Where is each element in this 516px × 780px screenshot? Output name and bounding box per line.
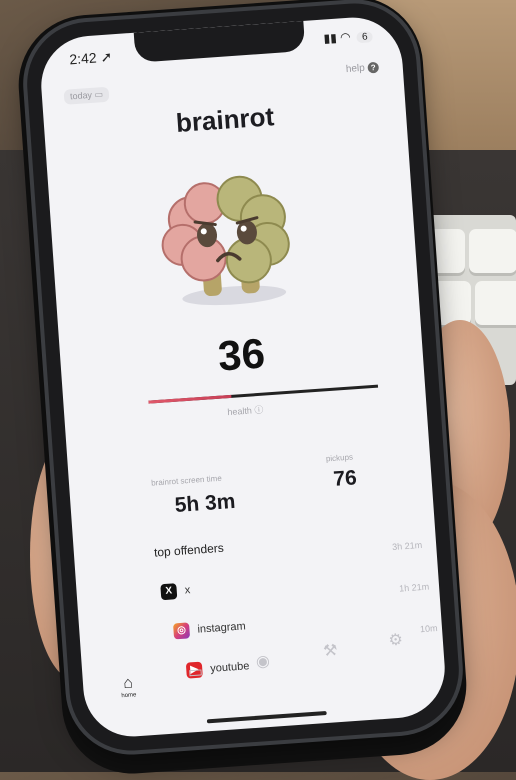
date-picker-button[interactable]: today ▭ (63, 86, 110, 105)
signal-icon: ▮▮ (323, 30, 338, 46)
status-icons: ▮▮ ◠ 6 (323, 28, 373, 46)
pickups-label: pickups (325, 452, 354, 464)
calendar-icon: ▭ (187, 663, 204, 682)
help-button[interactable]: help? (346, 61, 380, 75)
hammer-icon: ⚒ (322, 642, 339, 661)
offender-duration: 10m (419, 623, 438, 635)
tab-bar: ⌂ home ▭ ◉ ⚒ ⚙ (81, 632, 448, 740)
tab-settings[interactable]: ⚙ (370, 628, 421, 651)
instagram-icon: ◎ (173, 622, 191, 640)
screen-time-value: 5h 3m (174, 489, 237, 518)
info-icon: ⓘ (254, 404, 264, 416)
tab-tools[interactable]: ⚒ (305, 639, 356, 662)
phone-screen: 2:42 ➚ ▮▮ ◠ 6 today ▭ help? brainrot 36 … (37, 14, 449, 740)
sad-brain-mascot (161, 175, 290, 306)
health-score: 36 (216, 329, 267, 380)
top-offenders-title: top offenders (153, 540, 225, 560)
pickups-value: 76 (332, 466, 358, 491)
calendar-small-icon: ▭ (94, 89, 104, 100)
offender-duration: 3h 21m (391, 539, 423, 552)
wifi-icon: ◠ (339, 29, 352, 45)
tab-explore[interactable]: ◉ (237, 650, 288, 673)
screen-time-label: brainrot screen time (150, 473, 223, 488)
compass-icon: ◉ (255, 652, 271, 671)
offender-duration: 1h 21m (398, 581, 430, 594)
health-label[interactable]: health ⓘ (64, 391, 426, 429)
phone: 2:42 ➚ ▮▮ ◠ 6 today ▭ help? brainrot 36 … (23, 0, 463, 755)
status-time: 2:42 ➚ (68, 48, 113, 68)
health-bar-fill (148, 394, 232, 404)
tab-calendar[interactable]: ▭ (170, 660, 221, 683)
help-icon: ? (367, 61, 380, 74)
offender-row-x[interactable]: Xx (160, 582, 191, 601)
x-icon: X (160, 583, 178, 601)
notch (133, 20, 306, 63)
tab-home[interactable]: ⌂ home (103, 673, 155, 700)
offender-row-instagram[interactable]: ◎ instagram (173, 618, 246, 640)
gear-icon: ⚙ (388, 631, 404, 650)
battery-indicator: 6 (356, 31, 373, 44)
